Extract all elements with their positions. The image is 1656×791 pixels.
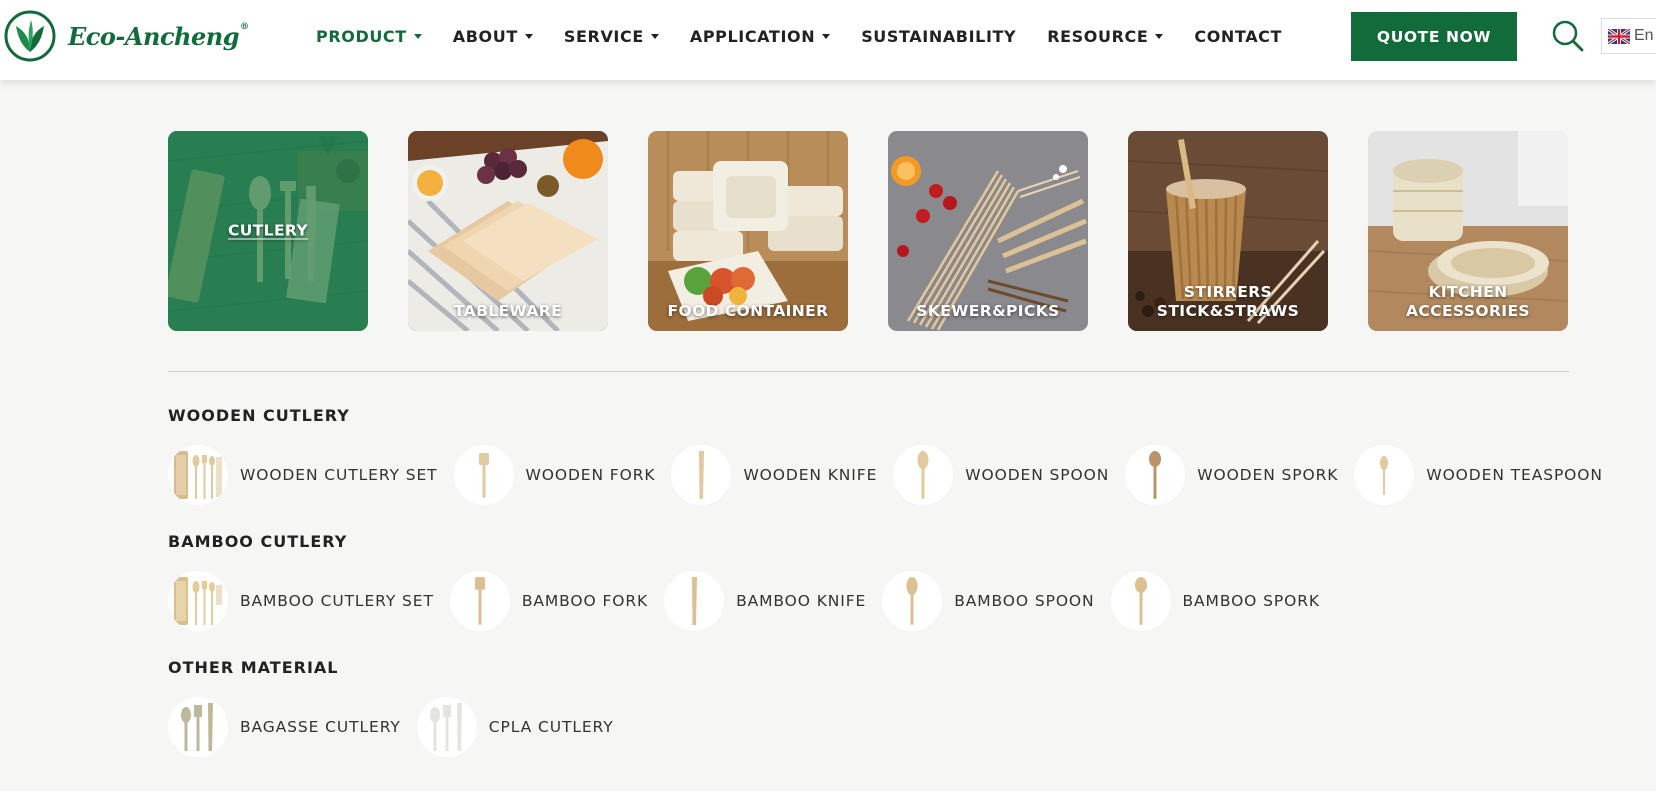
section-title-other-material: OTHER MATERIAL xyxy=(168,658,339,677)
spoon-icon xyxy=(906,577,918,625)
category-card-label: STIRRERS STICK&STRAWS xyxy=(1156,283,1300,320)
product-wooden-cutlery-set[interactable]: WOODEN CUTLERY SET xyxy=(168,445,438,505)
uk-flag-icon xyxy=(1608,28,1630,44)
chevron-down-icon xyxy=(650,34,659,39)
product-bamboo-spoon[interactable]: BAMBOO SPOON xyxy=(882,571,1094,631)
nav-about[interactable]: ABOUT xyxy=(453,27,533,46)
category-card-cutlery[interactable]: CUTLERY xyxy=(168,131,368,331)
product-label: BAMBOO KNIFE xyxy=(736,592,867,610)
fork-icon xyxy=(478,453,489,498)
product-label: WOODEN SPOON xyxy=(965,466,1110,484)
cutlery-set-icon xyxy=(174,577,222,625)
nav-service[interactable]: SERVICE xyxy=(564,27,659,46)
product-label: BAMBOO FORK xyxy=(521,592,649,610)
product-label: WOODEN CUTLERY SET xyxy=(240,466,438,484)
nav-product[interactable]: PRODUCT xyxy=(316,27,422,46)
language-selector[interactable]: En xyxy=(1601,18,1656,54)
cpla-cutlery-icon xyxy=(429,703,462,751)
skewer-photo xyxy=(888,131,1088,331)
other-material-list: BAGASSE CUTLERY CPLA CUTLERY xyxy=(168,697,630,757)
product-cpla-cutlery[interactable]: CPLA CUTLERY xyxy=(416,697,614,757)
chevron-down-icon xyxy=(413,34,422,39)
spork-icon xyxy=(1149,451,1162,499)
product-wooden-knife[interactable]: WOODEN KNIFE xyxy=(671,445,877,505)
main-nav: PRODUCT ABOUT SERVICE APPLICATION SUSTAI… xyxy=(316,0,1313,72)
tableware-photo xyxy=(408,131,608,331)
chevron-down-icon xyxy=(1155,34,1164,39)
bagasse-cutlery-icon xyxy=(181,703,213,751)
product-wooden-teaspoon[interactable]: WOODEN TEASPOON xyxy=(1354,445,1603,505)
product-label: WOODEN KNIFE xyxy=(743,466,878,484)
product-wooden-spork[interactable]: WOODEN SPORK xyxy=(1125,445,1338,505)
product-label: WOODEN SPORK xyxy=(1197,466,1339,484)
product-label: WOODEN TEASPOON xyxy=(1426,466,1603,484)
knife-icon xyxy=(699,451,705,499)
nav-resource[interactable]: RESOURCE xyxy=(1047,27,1164,46)
quote-now-button[interactable]: QUOTE NOW xyxy=(1351,12,1517,61)
section-divider xyxy=(168,371,1569,372)
nav-sustainability[interactable]: SUSTAINABILITY xyxy=(861,27,1016,46)
spork-icon xyxy=(1134,577,1147,625)
section-title-wooden-cutlery: WOODEN CUTLERY xyxy=(168,406,350,425)
cutlery-set-icon xyxy=(174,451,222,499)
chevron-down-icon xyxy=(524,34,533,39)
category-card-label: CUTLERY xyxy=(227,221,309,240)
product-bamboo-knife[interactable]: BAMBOO KNIFE xyxy=(664,571,866,631)
fork-icon xyxy=(474,577,485,625)
section-title-bamboo-cutlery: BAMBOO CUTLERY xyxy=(168,532,348,551)
nav-contact[interactable]: CONTACT xyxy=(1194,27,1282,46)
site-header: Eco-Ancheng® PRODUCT ABOUT SERVICE APPLI… xyxy=(0,0,1656,80)
category-card-label: KITCHEN ACCESSORIES xyxy=(1406,283,1530,320)
brand-name: Eco-Ancheng® xyxy=(68,21,249,51)
category-card-skewer-picks[interactable]: SKEWER&PICKS xyxy=(888,131,1088,331)
category-card-label: SKEWER&PICKS xyxy=(916,302,1060,320)
search-button[interactable] xyxy=(1550,18,1586,54)
product-bagasse-cutlery[interactable]: BAGASSE CUTLERY xyxy=(168,697,401,757)
brand-logo[interactable]: Eco-Ancheng® xyxy=(4,10,249,62)
nav-application[interactable]: APPLICATION xyxy=(690,27,831,46)
product-label: CPLA CUTLERY xyxy=(488,718,614,736)
product-label: BAMBOO SPOON xyxy=(954,592,1095,610)
wooden-cutlery-list: WOODEN CUTLERY SET WOODEN FORK WOODEN KN… xyxy=(168,445,1619,505)
food-container-photo xyxy=(648,131,848,331)
search-icon xyxy=(1552,20,1584,52)
leaf-logo-icon xyxy=(4,10,56,62)
category-card-food-container[interactable]: FOOD CONTAINER xyxy=(648,131,848,331)
category-cards: CUTLERY TABLEWARE FOOD CONTAINER SKEWER&… xyxy=(168,131,1569,331)
teaspoon-icon xyxy=(1380,456,1389,495)
product-bamboo-fork[interactable]: BAMBOO FORK xyxy=(449,571,649,631)
category-card-kitchen[interactable]: KITCHEN ACCESSORIES xyxy=(1368,131,1568,331)
product-label: BAMBOO SPORK xyxy=(1182,592,1320,610)
category-card-stirrers[interactable]: STIRRERS STICK&STRAWS xyxy=(1128,131,1328,331)
product-wooden-spoon[interactable]: WOODEN SPOON xyxy=(893,445,1109,505)
knife-icon xyxy=(692,577,698,625)
bamboo-cutlery-list: BAMBOO CUTLERY SET BAMBOO FORK BAMBOO KN… xyxy=(168,571,1336,631)
product-bamboo-cutlery-set[interactable]: BAMBOO CUTLERY SET xyxy=(168,571,434,631)
category-card-label: FOOD CONTAINER xyxy=(667,302,829,320)
category-card-label: TABLEWARE xyxy=(453,302,563,320)
product-label: WOODEN FORK xyxy=(525,466,656,484)
product-wooden-fork[interactable]: WOODEN FORK xyxy=(453,445,656,505)
language-label: En xyxy=(1634,27,1654,44)
spoon-icon xyxy=(917,451,929,499)
category-card-tableware[interactable]: TABLEWARE xyxy=(408,131,608,331)
product-label: BAMBOO CUTLERY SET xyxy=(240,592,434,610)
product-bamboo-spork[interactable]: BAMBOO SPORK xyxy=(1110,571,1320,631)
chevron-down-icon xyxy=(822,34,831,39)
product-label: BAGASSE CUTLERY xyxy=(240,718,401,736)
